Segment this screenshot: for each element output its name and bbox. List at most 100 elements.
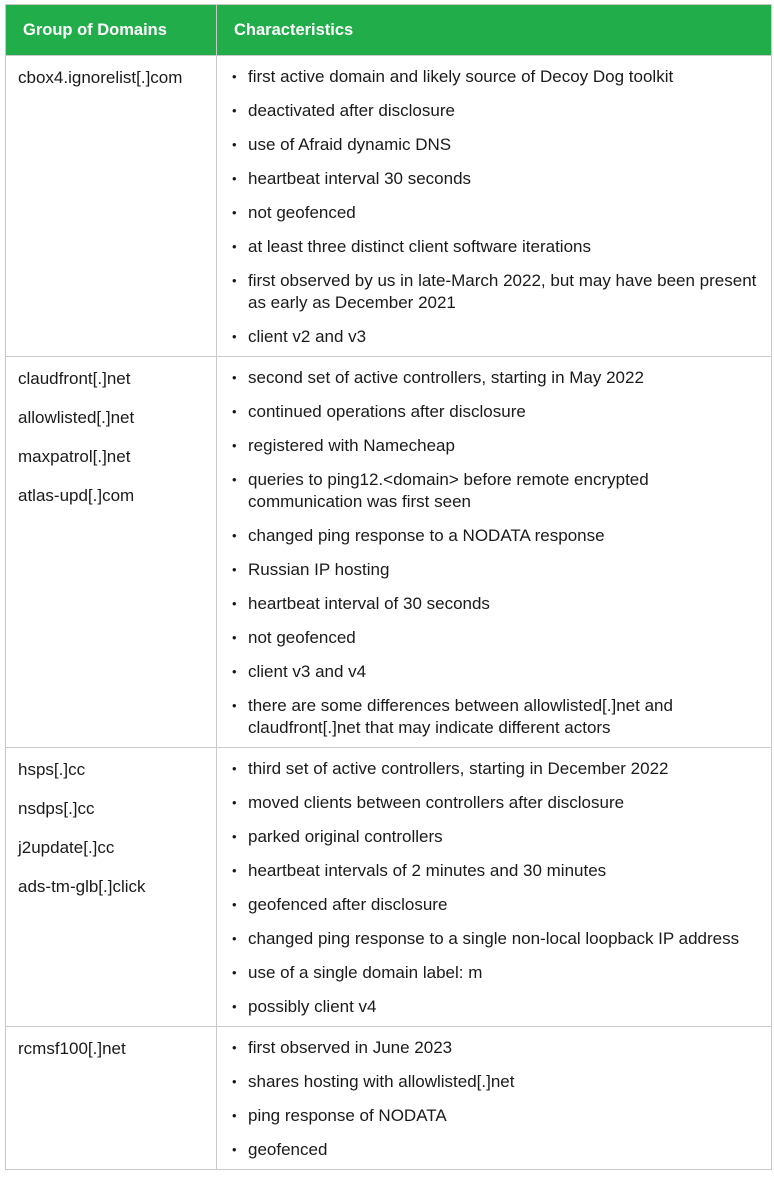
domain-name: cbox4.ignorelist[.]com <box>18 68 183 87</box>
characteristic-text: heartbeat interval 30 seconds <box>248 169 472 188</box>
list-item: • continued operations after disclosure <box>230 401 759 423</box>
list-item: • heartbeat interval 30 seconds <box>230 168 759 190</box>
bullet-icon: • <box>232 596 237 611</box>
list-item: • registered with Namecheap <box>230 435 759 457</box>
characteristic-text: changed ping response to a NODATA respon… <box>248 526 605 545</box>
domain-name: rcmsf100[.]net <box>18 1039 126 1058</box>
domain-name: atlas-upd[.]com <box>18 486 135 505</box>
characteristic-text: Russian IP hosting <box>248 560 390 579</box>
characteristic-text: geofenced after disclosure <box>248 895 448 914</box>
list-item: • changed ping response to a single non-l… <box>230 928 759 950</box>
bullet-icon: • <box>232 761 237 776</box>
bullet-icon: • <box>232 698 237 713</box>
characteristic-text: client v3 and v4 <box>248 662 367 681</box>
bullet-icon: • <box>232 1040 237 1055</box>
header-group-of-domains: Group of Domains <box>5 4 217 56</box>
characteristic-text: shares hosting with allowlisted[.]net <box>248 1072 515 1091</box>
list-item: • not geofenced <box>230 202 759 224</box>
characteristics-list: • first active domain and likely source o… <box>230 66 759 348</box>
bullet-icon: • <box>232 205 237 220</box>
bullet-icon: • <box>232 562 237 577</box>
domain-name: claudfront[.]net <box>18 369 131 388</box>
characteristic-text: parked original controllers <box>248 827 443 846</box>
list-item: • moved clients between controllers after… <box>230 792 759 814</box>
domain-group-cell: claudfront[.]net allowlisted[.]net maxpatr… <box>5 356 217 748</box>
bullet-icon: • <box>232 404 237 419</box>
characteristic-text: second set of active controllers, starti… <box>248 368 644 387</box>
characteristic-text: use of Afraid dynamic DNS <box>248 135 452 154</box>
table-row: cbox4.ignorelist[.]com • first active doma… <box>5 55 772 357</box>
bullet-icon: • <box>232 931 237 946</box>
list-item: • there are some differences between allo… <box>230 695 759 739</box>
characteristic-text: not geofenced <box>248 628 356 647</box>
list-item: • changed ping response to a NODATA respo… <box>230 525 759 547</box>
characteristic-text: use of a single domain label: m <box>248 963 483 982</box>
list-item: • heartbeat intervals of 2 minutes and 30… <box>230 860 759 882</box>
list-item: • use of a single domain label: m <box>230 962 759 984</box>
bullet-icon: • <box>232 999 237 1014</box>
domain-name: nsdps[.]cc <box>18 799 95 818</box>
bullet-icon: • <box>232 630 237 645</box>
list-item: • at least three distinct client software… <box>230 236 759 258</box>
characteristics-list: • first observed in June 2023 • shares host… <box>230 1037 759 1161</box>
header-characteristics: Characteristics <box>216 4 772 56</box>
table-row: rcmsf100[.]net • first observed in June 20… <box>5 1026 772 1170</box>
characteristic-text: not geofenced <box>248 203 356 222</box>
list-item: • heartbeat interval of 30 seconds <box>230 593 759 615</box>
bullet-icon: • <box>232 528 237 543</box>
bullet-icon: • <box>232 795 237 810</box>
bullet-icon: • <box>232 965 237 980</box>
bullet-icon: • <box>232 897 237 912</box>
characteristics-cell: • first active domain and likely source o… <box>216 55 772 357</box>
characteristics-list: • second set of active controllers, start… <box>230 367 759 739</box>
list-item: • second set of active controllers, start… <box>230 367 759 389</box>
bullet-icon: • <box>232 1142 237 1157</box>
characteristics-cell: • third set of active controllers, starti… <box>216 747 772 1027</box>
bullet-icon: • <box>232 1074 237 1089</box>
bullet-icon: • <box>232 273 237 288</box>
characteristic-text: first observed by us in late-March 2022,… <box>248 271 757 312</box>
list-item: • first active domain and likely source o… <box>230 66 759 88</box>
bullet-icon: • <box>232 137 237 152</box>
characteristic-text: first active domain and likely source of… <box>248 67 674 86</box>
list-item: • possibly client v4 <box>230 996 759 1018</box>
domain-group-cell: hsps[.]cc nsdps[.]cc j2update[.]cc ads-tm-g… <box>5 747 217 1027</box>
list-item: • client v3 and v4 <box>230 661 759 683</box>
bullet-icon: • <box>232 69 237 84</box>
characteristics-list: • third set of active controllers, starti… <box>230 758 759 1018</box>
bullet-icon: • <box>232 472 237 487</box>
header-row: Group of Domains Characteristics <box>5 4 772 56</box>
bullet-icon: • <box>232 329 237 344</box>
characteristic-text: moved clients between controllers after … <box>248 793 625 812</box>
characteristic-text: heartbeat interval of 30 seconds <box>248 594 490 613</box>
list-item: • deactivated after disclosure <box>230 100 759 122</box>
bullet-icon: • <box>232 829 237 844</box>
table-row: hsps[.]cc nsdps[.]cc j2update[.]cc ads-tm-g… <box>5 747 772 1027</box>
characteristic-text: continued operations after disclosure <box>248 402 526 421</box>
characteristic-text: heartbeat intervals of 2 minutes and 30 … <box>248 861 607 880</box>
domain-group-cell: cbox4.ignorelist[.]com <box>5 55 217 357</box>
table-row: claudfront[.]net allowlisted[.]net maxpatr… <box>5 356 772 748</box>
domain-groups-table: Group of Domains Characteristics cbox4.i… <box>5 4 772 1170</box>
characteristic-text: third set of active controllers, startin… <box>248 759 669 778</box>
characteristic-text: changed ping response to a single non-lo… <box>248 929 740 948</box>
bullet-icon: • <box>232 438 237 453</box>
characteristic-text: registered with Namecheap <box>248 436 455 455</box>
domain-name: ads-tm-glb[.]click <box>18 877 146 896</box>
domain-name: hsps[.]cc <box>18 760 86 779</box>
characteristic-text: at least three distinct client software … <box>248 237 591 256</box>
domain-name: j2update[.]cc <box>18 838 115 857</box>
characteristic-text: possibly client v4 <box>248 997 377 1016</box>
bullet-icon: • <box>232 1108 237 1123</box>
domain-name: maxpatrol[.]net <box>18 447 131 466</box>
list-item: • parked original controllers <box>230 826 759 848</box>
list-item: • first observed by us in late-March 2022… <box>230 270 759 314</box>
list-item: • shares hosting with allowlisted[.]net <box>230 1071 759 1093</box>
list-item: • Russian IP hosting <box>230 559 759 581</box>
list-item: • geofenced after disclosure <box>230 894 759 916</box>
characteristic-text: geofenced <box>248 1140 328 1159</box>
bullet-icon: • <box>232 103 237 118</box>
list-item: • third set of active controllers, starti… <box>230 758 759 780</box>
list-item: • use of Afraid dynamic DNS <box>230 134 759 156</box>
bullet-icon: • <box>232 171 237 186</box>
